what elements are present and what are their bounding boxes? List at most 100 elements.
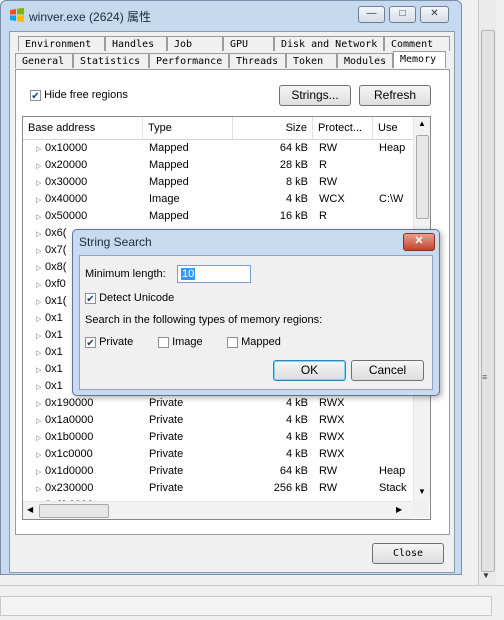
- dialog-close-button[interactable]: ✕: [403, 233, 435, 251]
- list-row[interactable]: ▷ 0x40000 Image 4 kB WCX C:\W: [23, 192, 413, 209]
- expand-arrow-icon: ▷: [36, 248, 42, 255]
- tab-threads[interactable]: Threads: [229, 53, 286, 68]
- column-base-address[interactable]: Base address: [23, 117, 143, 139]
- type-cell: Mapped: [149, 210, 189, 222]
- strings-button[interactable]: Strings...: [279, 85, 351, 106]
- string-search-dialog: String Search ✕ Minimum length: 10 ✔ Det…: [72, 229, 440, 396]
- protection-cell: RW: [319, 142, 338, 154]
- tab-comment[interactable]: Comment: [384, 36, 450, 51]
- tab-memory[interactable]: Memory: [393, 51, 446, 68]
- list-row[interactable]: ▷ 0x30000 Mapped 8 kB RW: [23, 175, 413, 192]
- ok-button[interactable]: OK: [273, 360, 346, 381]
- hide-free-regions-checkbox[interactable]: ✔ Hide free regions: [30, 89, 128, 102]
- protection-cell: R: [319, 159, 327, 171]
- list-horizontal-scrollbar-thumb[interactable]: [39, 504, 109, 518]
- base-address-cell: 0x20000: [45, 159, 88, 171]
- min-length-input[interactable]: 10: [177, 265, 251, 283]
- protection-cell: RW: [319, 465, 338, 477]
- tab-modules[interactable]: Modules: [337, 53, 393, 68]
- scroll-grip-icon: ≡: [482, 372, 488, 382]
- mapped-check-icon: [227, 336, 238, 348]
- column-type[interactable]: Type: [143, 117, 233, 139]
- expand-arrow-icon: ▷: [36, 316, 42, 323]
- list-horizontal-scrollbar[interactable]: ◀ ▶: [23, 501, 413, 519]
- size-cell: 4 kB: [285, 431, 308, 443]
- base-address-cell: 0x230000: [45, 482, 94, 494]
- list-row[interactable]: ▷ 0x20000 Mapped 28 kB R: [23, 158, 413, 175]
- base-address-cell: 0x30000: [45, 176, 88, 188]
- close-icon: ✕: [414, 235, 424, 247]
- use-cell: Stack: [379, 482, 407, 494]
- mapped-checkbox[interactable]: Mapped: [227, 336, 281, 348]
- min-length-value: 10: [181, 268, 196, 280]
- list-row[interactable]: ▷ 0x50000 Mapped 16 kB R: [23, 209, 413, 226]
- private-checkbox[interactable]: ✔ Private: [85, 336, 133, 349]
- scroll-right-arrow-icon[interactable]: ▶: [396, 505, 402, 514]
- expand-arrow-icon: ▷: [36, 214, 42, 221]
- background-status-bar: [0, 596, 492, 616]
- type-cell: Private: [149, 448, 184, 460]
- base-address-cell: 0x1d0000: [45, 465, 94, 477]
- list-row[interactable]: ▷ 0x190000 Private 4 kB RWX: [23, 396, 413, 413]
- maximize-button[interactable]: □: [389, 6, 416, 23]
- image-checkbox[interactable]: Image: [158, 336, 203, 348]
- protection-cell: RW: [319, 482, 338, 494]
- scroll-down-arrow-icon[interactable]: ▼: [482, 571, 490, 580]
- base-address-cell: 0x1c0000: [45, 448, 93, 460]
- protection-cell: R: [319, 210, 327, 222]
- tab-general[interactable]: General: [15, 53, 73, 68]
- expand-arrow-icon: ▷: [36, 282, 42, 289]
- list-row[interactable]: ▷ 0x1b0000 Private 4 kB RWX: [23, 430, 413, 447]
- tab-disk-and-network[interactable]: Disk and Network: [274, 36, 384, 51]
- tab-gpu[interactable]: GPU: [223, 36, 274, 51]
- mapped-label: Mapped: [241, 336, 281, 348]
- scroll-down-arrow-icon[interactable]: ▼: [418, 487, 426, 496]
- background-scrollbar[interactable]: ≡ ▼: [478, 0, 496, 585]
- expand-arrow-icon: ▷: [36, 163, 42, 170]
- tab-token[interactable]: Token: [286, 53, 337, 68]
- list-row[interactable]: ▷ 0x10000 Mapped 64 kB RW Heap: [23, 141, 413, 158]
- list-row[interactable]: ▷ 0x1d0000 Private 64 kB RW Heap: [23, 464, 413, 481]
- type-cell: Image: [149, 193, 180, 205]
- use-cell: Heap: [379, 142, 406, 154]
- list-row[interactable]: ▷ 0x230000 Private 256 kB RW Stack: [23, 481, 413, 498]
- minimize-button[interactable]: —: [358, 6, 385, 23]
- windows-logo-icon: [10, 7, 24, 23]
- tab-handles[interactable]: Handles: [105, 36, 167, 51]
- expand-arrow-icon: ▷: [36, 146, 42, 153]
- detect-unicode-checkbox[interactable]: ✔ Detect Unicode: [85, 292, 174, 305]
- size-cell: 16 kB: [279, 210, 308, 222]
- scroll-up-arrow-icon[interactable]: ▲: [418, 119, 426, 128]
- close-icon: ✕: [430, 8, 439, 19]
- detect-unicode-check-icon: ✔: [85, 292, 96, 305]
- list-row[interactable]: ▷ 0x1c0000 Private 4 kB RWX: [23, 447, 413, 464]
- size-cell: 4 kB: [285, 397, 308, 409]
- protection-cell: RWX: [319, 414, 345, 426]
- column-size[interactable]: Size: [233, 117, 313, 139]
- maximize-icon: □: [399, 8, 406, 19]
- title-bar[interactable]: winver.exe (2624) 属性 — □ ✕: [1, 1, 461, 29]
- protection-cell: RWX: [319, 431, 345, 443]
- list-row[interactable]: ▷ 0x1a0000 Private 4 kB RWX: [23, 413, 413, 430]
- column-use[interactable]: Use: [373, 117, 413, 139]
- close-window-button[interactable]: ✕: [420, 6, 449, 23]
- type-cell: Mapped: [149, 176, 189, 188]
- close-button[interactable]: Close: [372, 543, 444, 564]
- dialog-title: String Search: [79, 235, 152, 249]
- base-address-cell: 0x1a0000: [45, 414, 94, 426]
- column-protection[interactable]: Protect...: [313, 117, 373, 139]
- base-address-cell: 0x50000: [45, 210, 88, 222]
- dialog-body: Minimum length: 10 ✔ Detect Unicode Sear…: [79, 255, 433, 390]
- scroll-left-arrow-icon[interactable]: ◀: [27, 505, 33, 514]
- tab-job[interactable]: Job: [167, 36, 223, 51]
- background-scrollbar-thumb[interactable]: [481, 30, 495, 572]
- type-cell: Mapped: [149, 159, 189, 171]
- cancel-button[interactable]: Cancel: [351, 360, 424, 381]
- tab-performance[interactable]: Performance: [149, 53, 229, 68]
- tab-environment[interactable]: Environment: [18, 36, 105, 51]
- tab-statistics[interactable]: Statistics: [73, 53, 149, 68]
- refresh-button[interactable]: Refresh: [359, 85, 431, 106]
- size-cell: 28 kB: [279, 159, 308, 171]
- search-types-label: Search in the following types of memory …: [85, 314, 323, 326]
- list-vertical-scrollbar-thumb[interactable]: [416, 135, 429, 219]
